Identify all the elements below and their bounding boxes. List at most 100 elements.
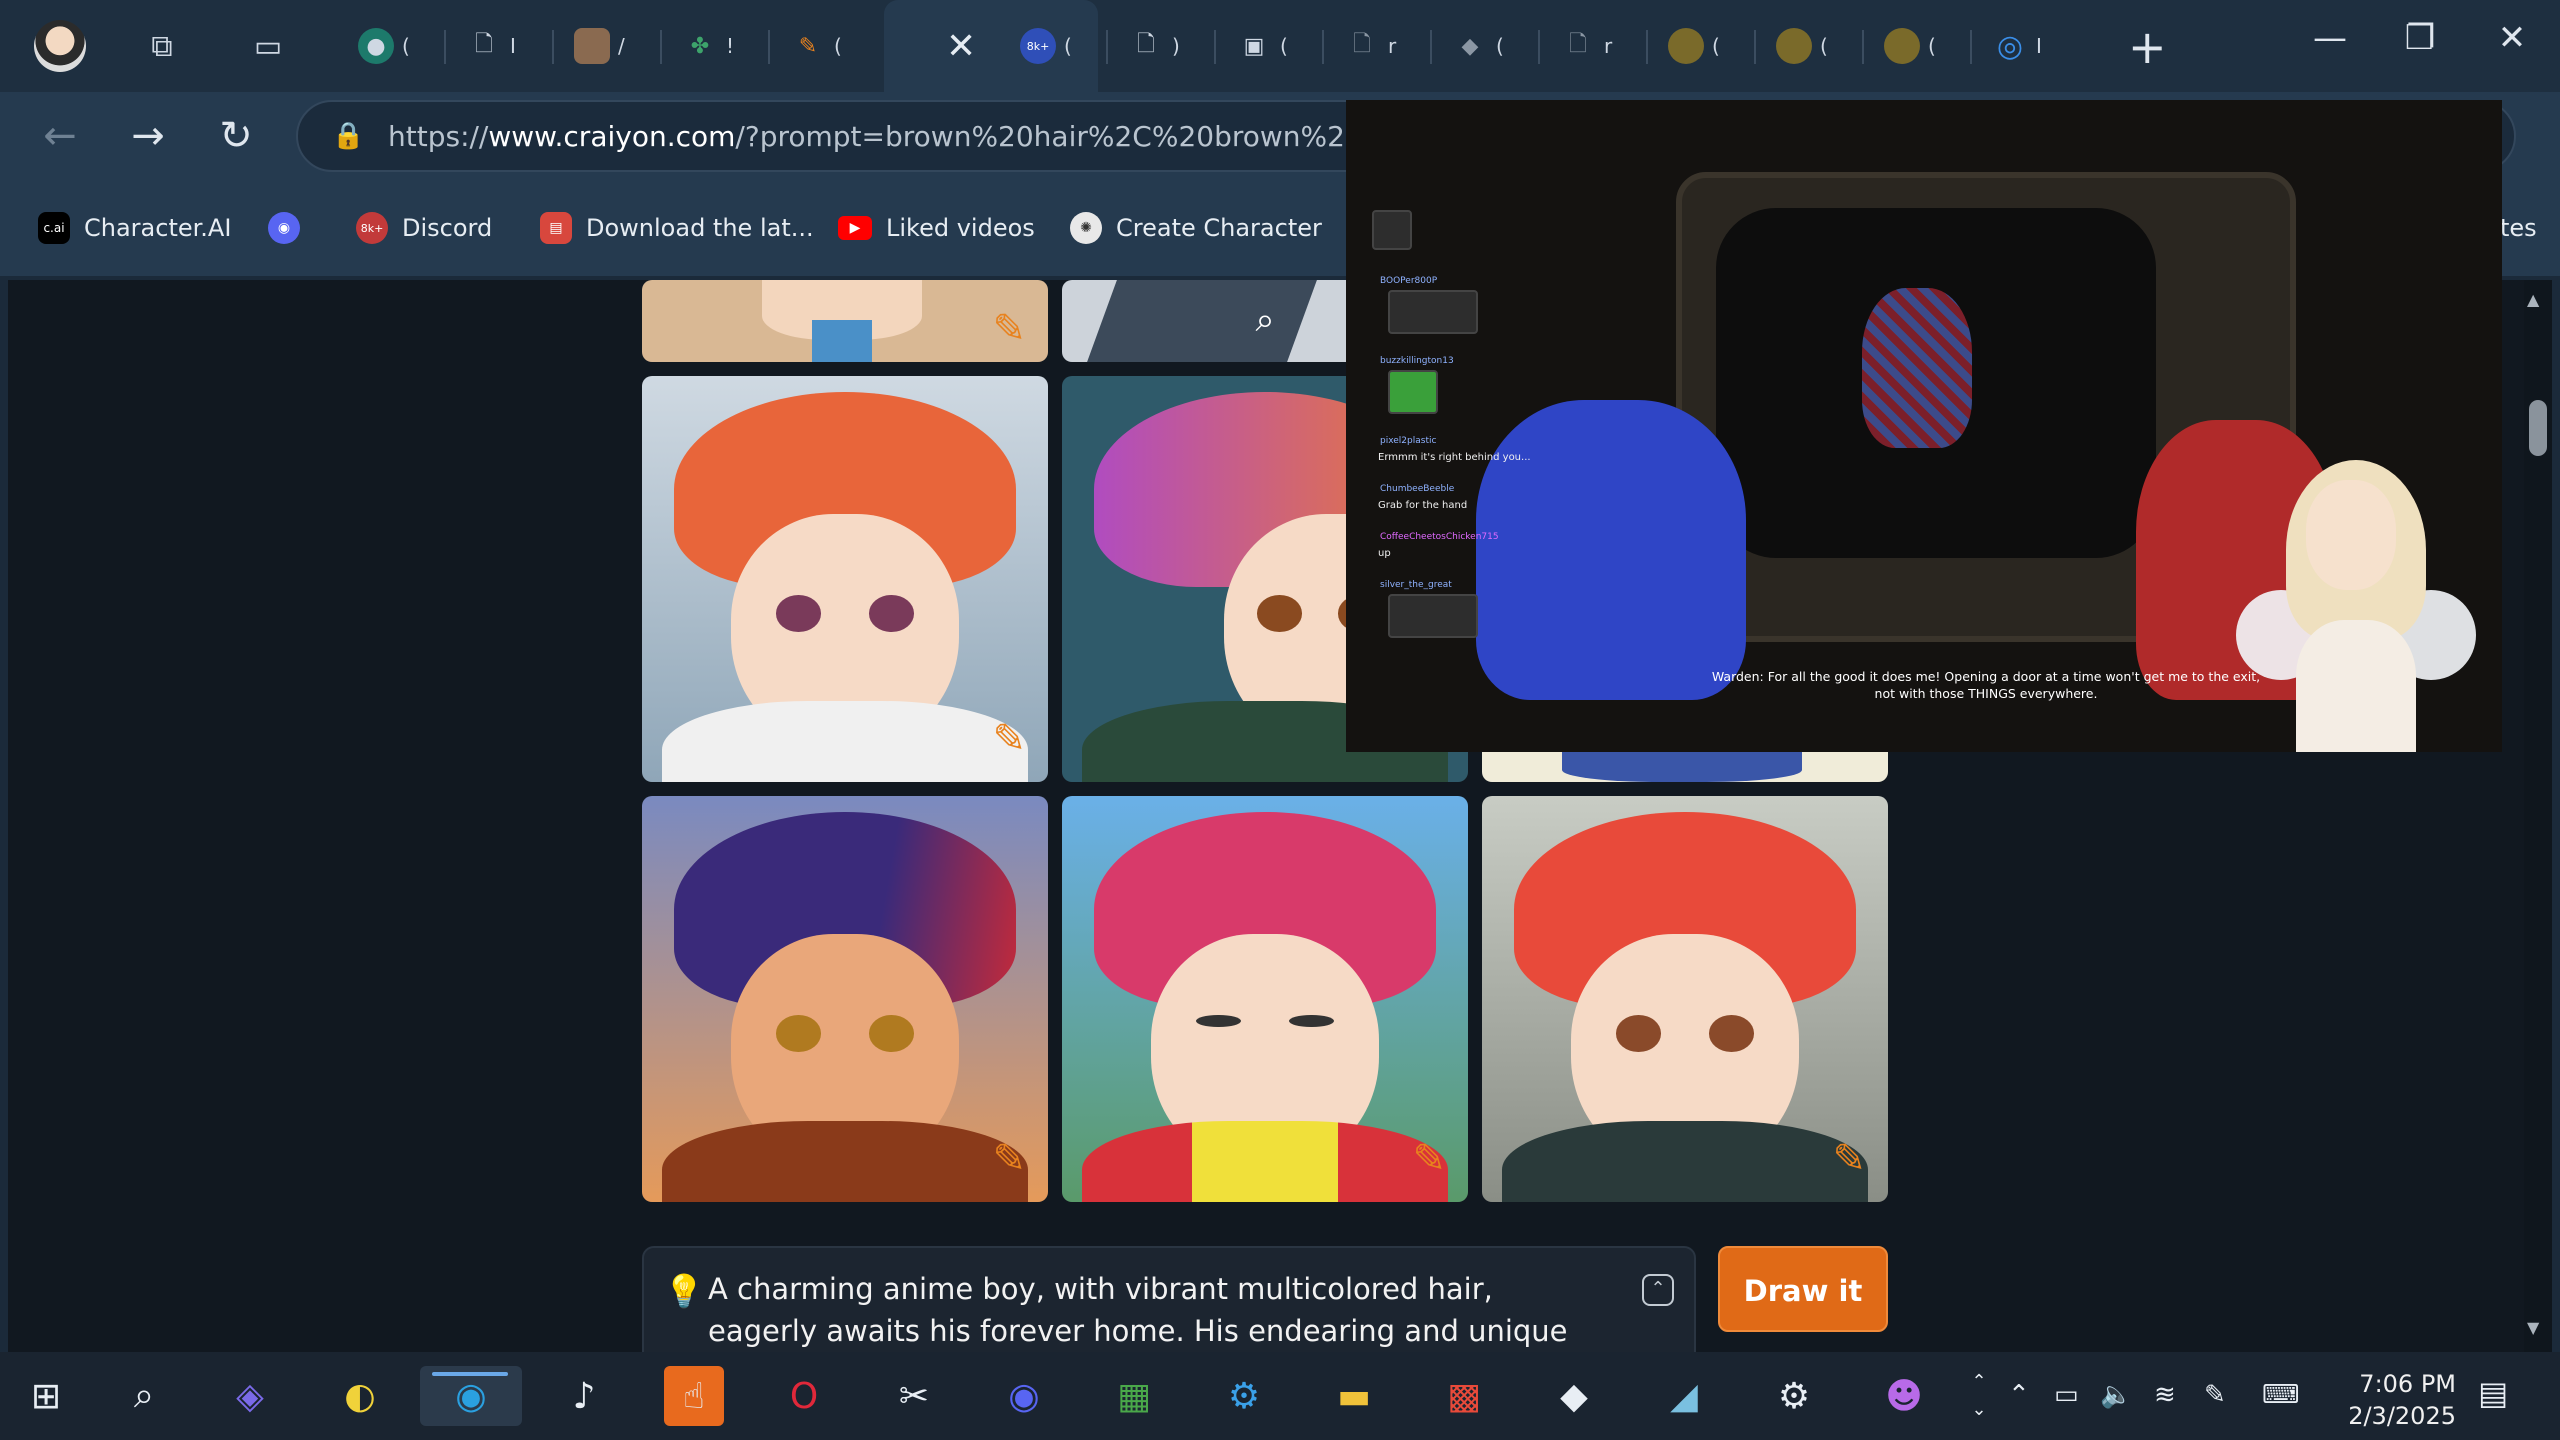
scrollbar-thumb[interactable]	[2529, 400, 2547, 456]
tab-14[interactable]: (	[1864, 16, 1972, 76]
new-tab-button[interactable]: +	[2128, 20, 2167, 74]
minimize-button[interactable]: —	[2300, 18, 2360, 58]
tab-2[interactable]: 🗋 I	[446, 16, 554, 76]
document-icon: 🗋	[475, 32, 493, 57]
bookmark-create-character[interactable]: ✺ Create Character	[1070, 204, 1322, 252]
tab-favicon-icon	[1668, 28, 1704, 64]
bookmark-download[interactable]: ▤ Download the lat...	[540, 204, 814, 252]
settings-gear-icon[interactable]: ⚙	[1764, 1366, 1824, 1426]
opera-icon[interactable]: O	[774, 1366, 834, 1426]
microsoft-store-icon[interactable]: ▩	[1434, 1366, 1494, 1426]
url-text[interactable]: https://www.craiyon.com/?prompt=brown%20…	[388, 120, 1468, 153]
restore-button[interactable]: ❐	[2390, 18, 2450, 58]
paint-icon[interactable]: ✂	[884, 1366, 944, 1426]
magnify-icon[interactable]: ⌕	[1255, 300, 1274, 340]
tab-12[interactable]: (	[1648, 16, 1756, 76]
steam-icon[interactable]: ⚙	[1214, 1366, 1274, 1426]
bookmark-character-ai[interactable]: c.ai Character.AI	[38, 204, 231, 252]
bookmark-discord[interactable]: 8k+ Discord	[356, 204, 492, 252]
touch-app-icon[interactable]: ☝	[664, 1366, 724, 1426]
grab-hand-icon	[1862, 288, 1972, 448]
game-app-icon[interactable]: ☻	[1874, 1366, 1934, 1426]
bookmark-other-favorites[interactable]: tes	[2500, 204, 2537, 252]
document-icon: 🗋	[1353, 32, 1371, 57]
taskbar-overflow-icon[interactable]: ⌃ ⌄	[1962, 1366, 1996, 1426]
volume-icon[interactable]: 🔈	[2100, 1380, 2132, 1410]
back-button[interactable]: ←	[30, 108, 90, 164]
copilot-icon[interactable]: ◈	[220, 1366, 280, 1426]
generated-image[interactable]: ✎	[642, 376, 1048, 782]
tab-11[interactable]: 🗋 r	[1540, 16, 1648, 76]
generated-image[interactable]: ✎	[642, 280, 1048, 362]
file-explorer-icon[interactable]: ▬	[1324, 1366, 1384, 1426]
edit-pencil-icon[interactable]: ✎	[1412, 1136, 1446, 1182]
profile-avatar[interactable]	[34, 20, 86, 72]
search-icon[interactable]: ⌕	[114, 1366, 174, 1426]
vertical-tabs-icon[interactable]: ▭	[246, 24, 290, 68]
cube-icon: ◆	[1461, 33, 1479, 59]
tiktok-icon[interactable]: ♪	[554, 1366, 614, 1426]
openai-icon: ✺	[1070, 212, 1102, 244]
tab-favicon-icon: ●	[358, 28, 394, 64]
workspaces-icon[interactable]: ⧉	[140, 24, 184, 68]
tab-1[interactable]: ● (	[338, 16, 446, 76]
notification-icon[interactable]: ▤	[2478, 1374, 2508, 1412]
character-ai-icon: c.ai	[38, 212, 70, 244]
wifi-icon[interactable]: ≋	[2154, 1380, 2176, 1410]
generated-image[interactable]: ✎	[1482, 796, 1888, 1202]
battery-icon[interactable]: ▭	[2054, 1380, 2079, 1410]
collapse-chevron-icon[interactable]: ⌃	[1642, 1274, 1674, 1306]
windows-taskbar: ⊞ ⌕ ◈ ◐ ◉ ♪ ☝ O ✂ ◉ ▦ ⚙ ▬ ▩ ◆ ◢ ⚙ ☻ ⌃ ⌄ ⌃…	[0, 1352, 2560, 1440]
tab-3[interactable]: /	[554, 16, 662, 76]
keyboard-icon[interactable]: ⌨	[2262, 1380, 2300, 1410]
tab-favicon-icon	[1884, 28, 1920, 64]
document-icon: 🗋	[1569, 32, 1587, 57]
tab-5[interactable]: ✎ (	[770, 16, 880, 76]
tab-15[interactable]: ◎ I	[1972, 16, 2080, 76]
lock-icon[interactable]: 🔒	[332, 121, 364, 151]
scroll-down-icon[interactable]: ▼	[2527, 1318, 2539, 1337]
generated-image[interactable]: ✎	[1062, 796, 1468, 1202]
chat-emote	[1388, 290, 1478, 334]
tab-9[interactable]: 🗋 r	[1324, 16, 1432, 76]
show-hidden-icons-icon[interactable]: ⌃	[2008, 1380, 2030, 1410]
chat-emote	[1388, 370, 1438, 414]
close-tab-icon[interactable]: ✕	[946, 26, 976, 67]
pen-icon[interactable]: ✎	[2204, 1380, 2226, 1410]
draw-it-button[interactable]: Draw it	[1718, 1246, 1888, 1332]
roblox-icon[interactable]: ◆	[1544, 1366, 1604, 1426]
tab-4[interactable]: ✤ !	[662, 16, 770, 76]
discord-icon[interactable]: ◉	[994, 1366, 1054, 1426]
chat-emote	[1388, 594, 1478, 638]
tab-13[interactable]: (	[1756, 16, 1864, 76]
forward-button[interactable]: →	[118, 108, 178, 164]
generated-image[interactable]: ✎	[642, 796, 1048, 1202]
bookmark-discord-icon-only[interactable]: ◉	[268, 204, 300, 252]
pinwheel-icon: ✤	[690, 33, 710, 59]
tab-10[interactable]: ◆ (	[1432, 16, 1540, 76]
edit-pencil-icon[interactable]: ✎	[992, 1136, 1026, 1182]
generated-image[interactable]	[1482, 752, 1888, 782]
document-icon: 🗋	[1137, 32, 1155, 57]
edge-swirl-icon: ◎	[1996, 28, 2024, 64]
edit-pencil-icon[interactable]: ✎	[1832, 1136, 1866, 1182]
photos-icon[interactable]: ◐	[330, 1366, 390, 1426]
edit-pencil-icon[interactable]: ✎	[992, 306, 1026, 352]
refresh-button[interactable]: ↻	[206, 108, 266, 164]
tab-8[interactable]: ▣ (	[1216, 16, 1324, 76]
discord-icon: ◉	[268, 212, 300, 244]
edit-pencil-icon[interactable]: ✎	[992, 716, 1026, 762]
tab-7[interactable]: 🗋 )	[1108, 16, 1216, 76]
picture-in-picture-video[interactable]: BOOPer800P buzzkillington13 pixel2plasti…	[1346, 100, 2502, 752]
minecraft-icon[interactable]: ▦	[1104, 1366, 1164, 1426]
tab-6[interactable]: 8k+ (	[1000, 16, 1108, 76]
notepad-icon[interactable]: ◢	[1654, 1366, 1714, 1426]
lightbulb-icon: 💡	[664, 1272, 704, 1310]
system-clock[interactable]: 7:06 PM 2/3/2025	[2316, 1368, 2456, 1432]
scroll-up-icon[interactable]: ▲	[2527, 290, 2539, 309]
tab-favicon-icon	[1776, 28, 1812, 64]
start-windows-icon[interactable]: ⊞	[16, 1366, 76, 1426]
close-window-button[interactable]: ✕	[2482, 18, 2542, 58]
badge-8k-icon: 8k+	[356, 212, 388, 244]
bookmark-liked-videos[interactable]: ▶ Liked videos	[838, 204, 1035, 252]
